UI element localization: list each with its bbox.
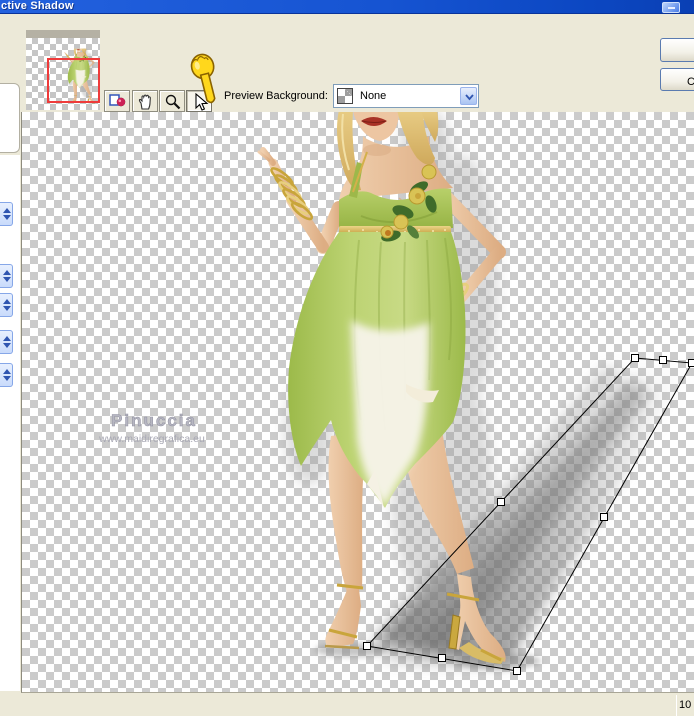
magnifier-icon [165,94,181,110]
zoom-tool-button[interactable] [159,90,185,112]
hand-icon [138,94,151,110]
select-tool-button[interactable] [186,90,212,112]
watermark: Pinuccia www.maidiregrafica.eu [98,411,205,445]
watermark-name: Pinuccia [111,411,197,430]
shadow-handle[interactable] [438,654,446,662]
spinner-5[interactable] [0,363,13,387]
cancel-button[interactable]: C [660,68,694,91]
shadow-handle[interactable] [363,642,371,650]
ok-button[interactable] [660,38,694,62]
spinner-1[interactable] [0,202,13,226]
chevron-down-icon [465,94,474,101]
thumbnail-view-rectangle[interactable] [47,58,100,103]
transparency-swatch-icon [337,88,353,104]
statusbar-zoom-value: 10 [679,699,692,711]
shadow-handle[interactable] [659,356,667,364]
titlebar[interactable]: ctive Shadow [0,0,694,14]
navigator-thumbnail[interactable] [26,30,100,110]
preview-scene: Pinuccia www.maidiregrafica.eu [98,112,694,675]
left-panel-box [0,83,20,153]
proof-preview-icon [109,94,126,107]
spinner-3[interactable] [0,293,13,317]
left-panel-strip [0,155,20,691]
thumbnail-margin [26,30,100,38]
shadow-handle[interactable] [631,354,639,362]
preview-canvas[interactable]: Pinuccia www.maidiregrafica.eu [21,112,694,693]
window-title: ctive Shadow [1,0,74,12]
preview-background-label: Preview Background: [224,90,328,102]
spinner-4[interactable] [0,330,13,354]
proof-preview-button[interactable] [104,90,130,112]
perspective-shadow-dialog: ctive Shadow Preview Background: None C … [0,0,694,716]
shadow-handle[interactable] [600,513,608,521]
shadow-handle[interactable] [513,667,521,675]
titlebar-button[interactable] [662,2,680,13]
shadow-handle[interactable] [688,359,694,367]
preview-background-value: None [360,90,387,102]
statusbar-separator [676,695,677,716]
combo-dropdown-button[interactable] [460,87,477,105]
pan-tool-button[interactable] [132,90,158,112]
arrow-cursor-icon [195,93,209,111]
spinner-2[interactable] [0,264,13,288]
shadow-handle[interactable] [497,498,505,506]
watermark-url: www.maidiregrafica.eu [98,433,205,445]
preview-background-select[interactable]: None [333,84,479,108]
